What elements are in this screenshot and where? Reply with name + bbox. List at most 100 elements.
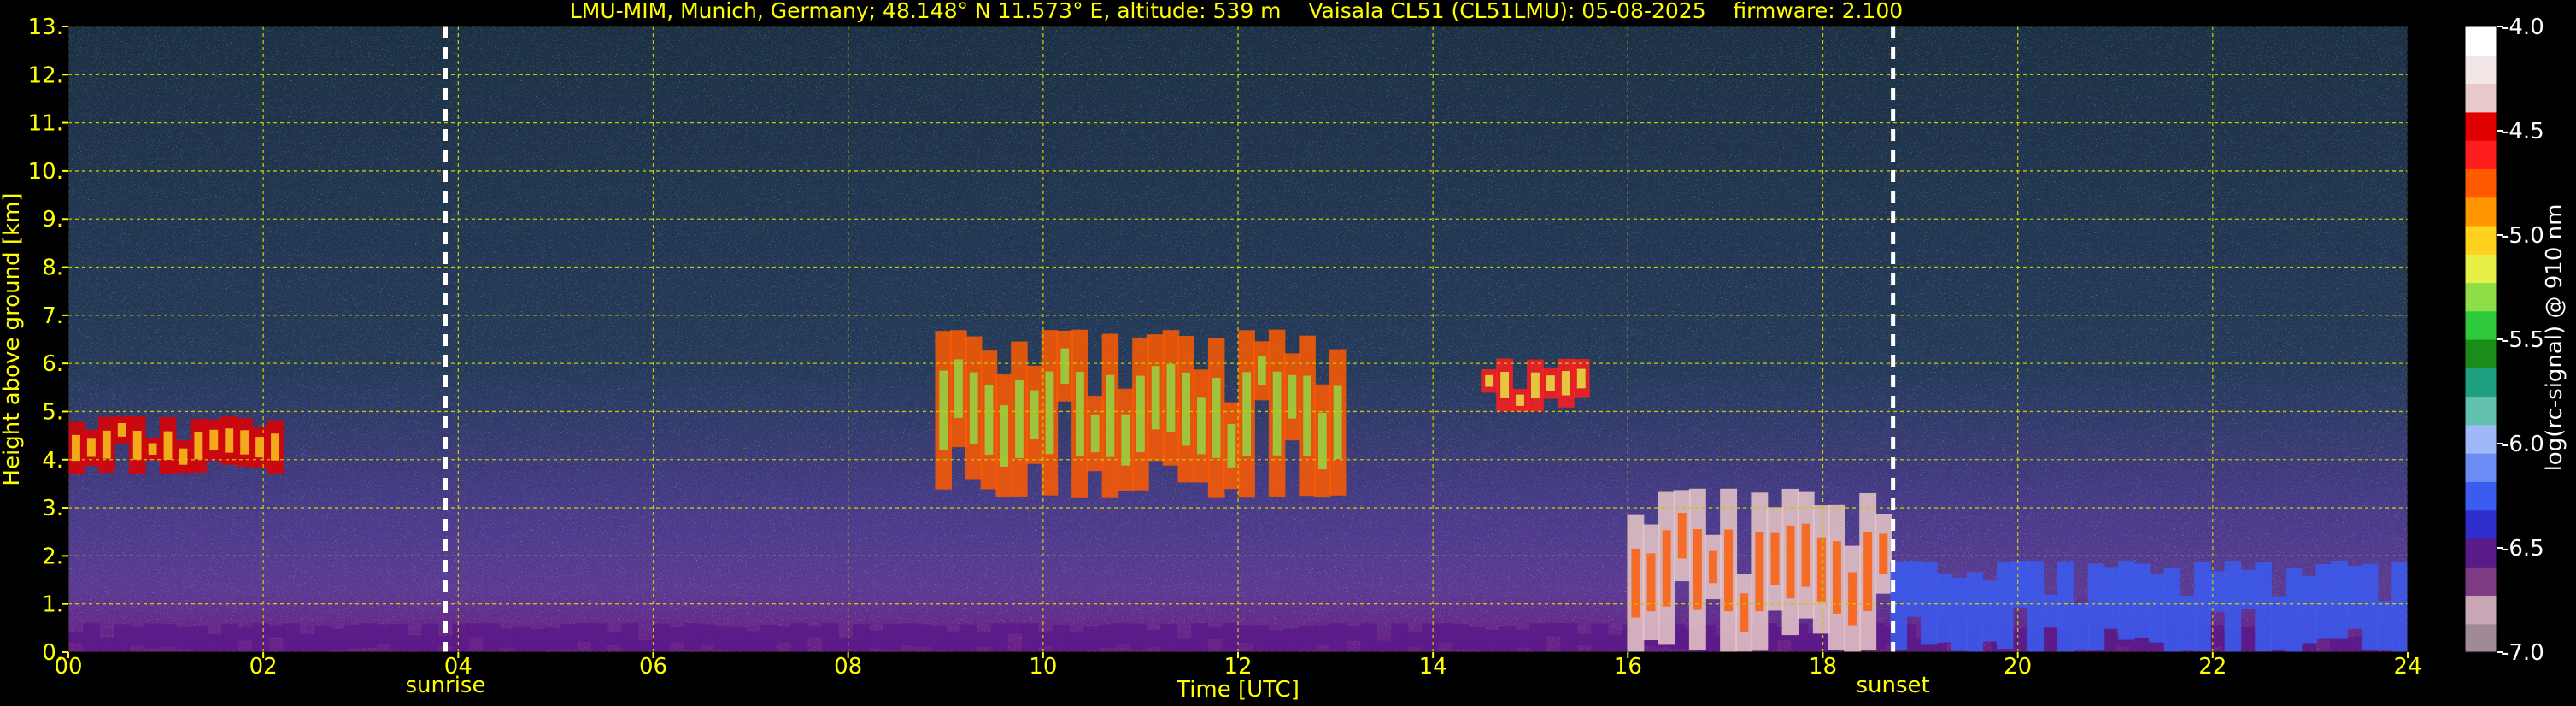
- feature-patch: [1160, 623, 1177, 652]
- feature-patch: [114, 624, 131, 652]
- y-tick-label: 11.: [28, 111, 63, 137]
- feature-patch: [2163, 568, 2181, 652]
- feature-core: [1317, 412, 1327, 470]
- colorbar-segment: [2465, 538, 2497, 568]
- y-tick-label: 10.: [28, 159, 63, 185]
- marker-labels: sunrise sunset: [406, 673, 1930, 698]
- feature-patch: [1283, 628, 1300, 652]
- feature-core: [1546, 375, 1555, 391]
- feature-patch: [760, 624, 777, 652]
- feature-patch: [2118, 561, 2135, 640]
- feature-core: [1662, 530, 1671, 607]
- x-tick-label: 06: [639, 654, 667, 680]
- colorbar: -4.0 -4.5 -5.0 -5.5 -6.0 -6.5 -7.0: [2464, 15, 2544, 666]
- feature-core: [1500, 372, 1510, 398]
- feature-core: [1832, 541, 1841, 614]
- feature-patch: [2103, 567, 2121, 629]
- y-tick-label: 3.: [42, 496, 63, 521]
- feature-core: [1531, 372, 1540, 399]
- feature-patch: [344, 624, 362, 649]
- feature-patch: [1514, 630, 1532, 648]
- feature-patch: [1545, 623, 1563, 637]
- feature-patch: [1576, 633, 1593, 646]
- colorbar-segment: [2465, 623, 2497, 653]
- feature-core: [194, 432, 203, 460]
- feature-patch: [590, 623, 608, 652]
- colorbar-segment: [2465, 567, 2497, 597]
- feature-patch: [1905, 561, 1922, 617]
- y-tick-label: 2.: [42, 544, 63, 569]
- feature-core: [1258, 356, 1266, 386]
- feature-patch: [329, 628, 347, 650]
- y-tick-label: 7.: [42, 303, 63, 329]
- feature-patch: [1052, 624, 1070, 652]
- colorbar-segment: [2465, 368, 2497, 397]
- feature-3: [1481, 358, 1590, 412]
- feature-patch: [360, 623, 378, 649]
- feature-core: [1076, 372, 1084, 456]
- signal-noise-color: [68, 26, 2408, 652]
- feature-core: [1015, 380, 1024, 458]
- marker-label-sunrise: sunrise: [406, 673, 486, 698]
- feature-core: [1693, 529, 1702, 610]
- feature-patch: [821, 623, 839, 652]
- colorbar-segment: [2465, 481, 2497, 511]
- feature-patch: [1130, 623, 1147, 650]
- feature-patch: [2391, 561, 2408, 652]
- x-tick-label: 24: [2393, 654, 2421, 680]
- feature-patch: [252, 623, 270, 652]
- feature-patch: [606, 631, 624, 645]
- feature-patch: [913, 624, 931, 648]
- feature-core: [102, 430, 111, 459]
- feature-patch: [2087, 563, 2105, 651]
- feature-core: [1516, 394, 1524, 406]
- feature-patch: [1376, 640, 1394, 651]
- feature-patch: [175, 627, 193, 649]
- feature-patch: [1921, 562, 1938, 645]
- colorbar-segment: [2465, 254, 2497, 284]
- feature-core: [1060, 348, 1070, 385]
- colorbar-tick-label: -4.5: [2501, 119, 2544, 144]
- ceilometer-chart: 00 02 04 06 08 10 12 14 16 18 20 22 24 0.1.2.3.4.5.6…: [0, 0, 2567, 703]
- y-tick-label: 8.: [42, 256, 63, 281]
- feature-patch: [621, 623, 639, 652]
- feature-core: [1631, 548, 1640, 618]
- feature-patch: [1222, 623, 1239, 652]
- feature-core: [1786, 525, 1795, 599]
- feature-core: [179, 448, 188, 465]
- feature-patch: [1560, 623, 1578, 652]
- colorbar-segment: [2465, 595, 2497, 625]
- colorbar-segment: [2465, 55, 2497, 85]
- colorbar-segment: [2465, 225, 2497, 255]
- feature-patch: [421, 623, 439, 652]
- feature-patch: [129, 626, 146, 645]
- feature-patch: [1145, 630, 1162, 648]
- feature-core: [1242, 372, 1252, 456]
- x-tick-label: 22: [2198, 654, 2227, 680]
- feature-core: [1197, 397, 1206, 455]
- feature-core: [86, 438, 96, 457]
- colorbar-segment: [2465, 453, 2497, 482]
- feature-core: [1646, 553, 1656, 612]
- feature-patch: [191, 625, 208, 652]
- feature-patch: [2285, 568, 2303, 652]
- x-tick-label: 16: [1614, 654, 1642, 680]
- colorbar-segment: [2465, 140, 2497, 169]
- feature-patch: [1996, 562, 2014, 650]
- feature-core: [1136, 375, 1145, 453]
- feature-core: [1333, 385, 1342, 460]
- feature-patch: [729, 627, 747, 652]
- feature-patch: [1036, 631, 1054, 647]
- feature-patch: [375, 624, 393, 644]
- feature-core: [1879, 533, 1888, 574]
- colorbar-segment: [2465, 509, 2497, 539]
- colorbar-tick-label: -5.0: [2501, 223, 2544, 249]
- feature-patch: [1468, 627, 1486, 650]
- colorbar-tick-label: -7.0: [2501, 640, 2544, 666]
- feature-core: [1724, 529, 1734, 612]
- colorbar-tick-label: -4.0: [2501, 15, 2544, 40]
- feature-core: [1288, 374, 1297, 419]
- feature-patch: [1253, 624, 1270, 651]
- x-tick-label: 10: [1029, 654, 1057, 680]
- feature-patch: [560, 624, 578, 650]
